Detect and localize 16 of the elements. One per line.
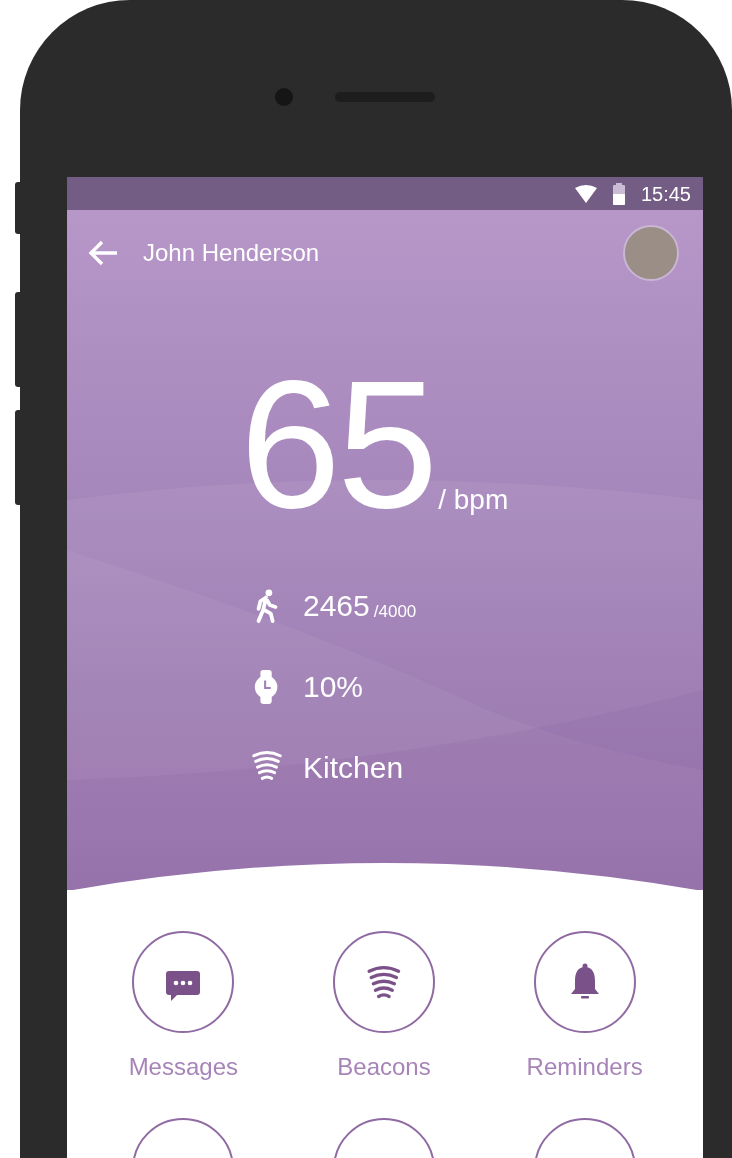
location-value: Kitchen bbox=[303, 750, 404, 786]
heart-rate-value: 65 bbox=[239, 353, 435, 535]
watch-battery-value: 10% bbox=[303, 669, 364, 705]
action-label: Reminders bbox=[526, 1052, 643, 1082]
status-time: 15:45 bbox=[640, 181, 691, 207]
battery-icon bbox=[612, 182, 625, 205]
user-name: John Henderson bbox=[143, 238, 320, 268]
back-arrow-icon bbox=[87, 239, 119, 267]
step-count: 2465 bbox=[303, 588, 370, 624]
back-button[interactable] bbox=[87, 239, 119, 267]
step-goal: /4000 bbox=[373, 600, 417, 623]
action-label: Messages bbox=[128, 1052, 238, 1082]
avatar-photo-placeholder bbox=[623, 225, 679, 281]
heart-rate-unit: / bpm bbox=[438, 483, 509, 517]
action-label: Beacons bbox=[337, 1052, 431, 1082]
wifi-icon bbox=[574, 184, 597, 203]
